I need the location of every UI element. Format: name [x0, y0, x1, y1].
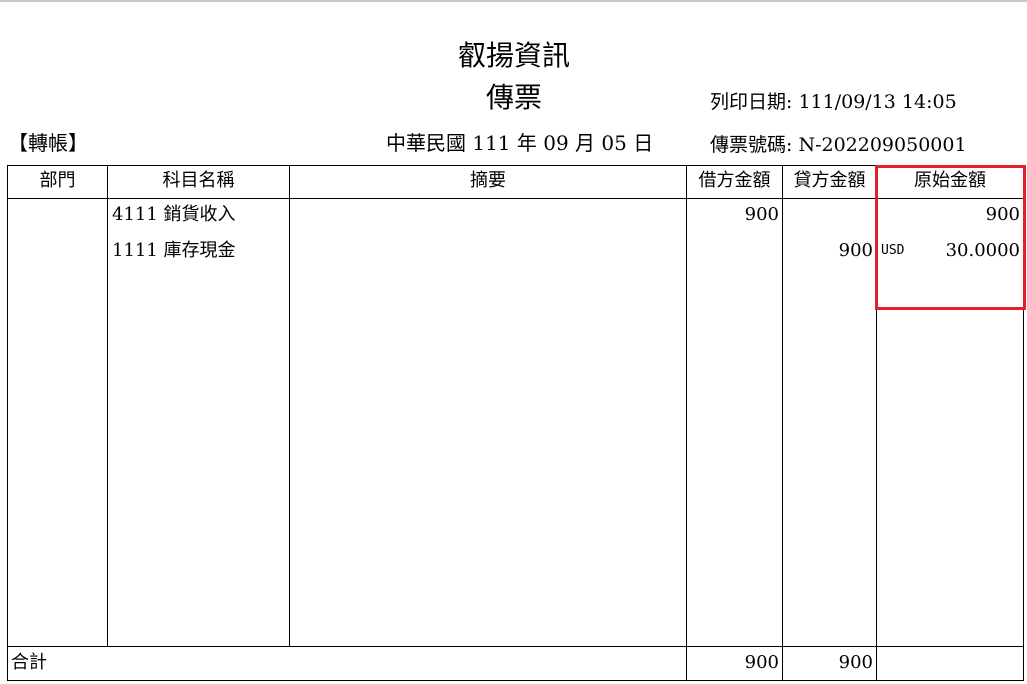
row-debit: 900 — [744, 204, 779, 225]
voucher-number: 傳票號碼: N-202209050001 — [710, 134, 967, 156]
total-credit: 900 — [838, 652, 873, 673]
column-header-credit: 貸方金額 — [793, 170, 866, 191]
column-header-summary: 摘要 — [470, 170, 506, 191]
column-header-department: 部門 — [39, 170, 76, 191]
total-label: 合計 — [11, 652, 47, 673]
print-date: 列印日期: 111/09/13 14:05 — [710, 91, 957, 113]
column-divider — [289, 165, 290, 647]
window-top-border — [0, 0, 1027, 2]
document-title: 傳票 — [485, 81, 542, 114]
row-account: 4111 銷貨收入 — [112, 204, 236, 225]
highlight-box — [875, 165, 1026, 310]
voucher-date: 中華民國 111 年 09 月 05 日 — [386, 131, 654, 155]
header-divider — [7, 198, 1024, 199]
column-header-debit: 借方金額 — [698, 170, 771, 191]
column-header-account: 科目名稱 — [162, 170, 235, 191]
row-credit: 900 — [838, 240, 873, 261]
column-divider — [782, 165, 783, 681]
voucher-type: 【轉帳】 — [8, 131, 88, 155]
column-divider — [107, 165, 108, 647]
row-account: 1111 庫存現金 — [112, 240, 236, 261]
company-name: 叡揚資訊 — [457, 39, 570, 72]
column-divider — [686, 165, 687, 681]
total-divider — [7, 646, 1024, 647]
total-debit: 900 — [744, 652, 779, 673]
